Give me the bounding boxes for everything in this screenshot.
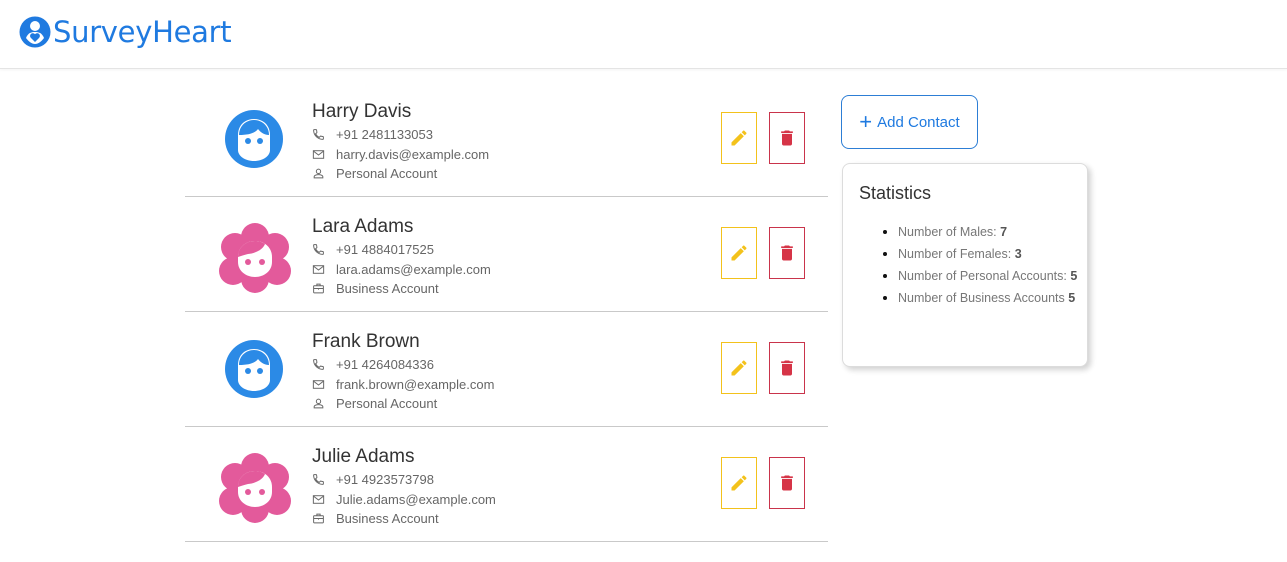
female-avatar-icon [219, 453, 291, 523]
contact-phone: +91 4884017525 [312, 242, 434, 257]
edit-contact-button[interactable] [721, 457, 757, 509]
contact-email: Julie.adams@example.com [312, 492, 496, 507]
edit-contact-button[interactable] [721, 227, 757, 279]
plus-icon: + [859, 109, 873, 134]
contact-row: Harry Davis +91 2481133053 harry.davis@e… [185, 82, 828, 197]
stat-personal-accounts: Number of Personal Accounts: 5 [898, 267, 1081, 285]
contact-phone: +91 2481133053 [312, 127, 433, 142]
contact-phone: +91 4923573798 [312, 472, 434, 487]
delete-contact-button[interactable] [769, 342, 805, 394]
stat-females: Number of Females: 3 [898, 245, 1081, 263]
brand-name: SurveyHeart [53, 15, 232, 49]
stat-business-accounts: Number of Business Accounts 5 [898, 289, 1081, 307]
trash-icon [781, 475, 793, 491]
contact-name: Harry Davis [312, 101, 412, 122]
phone-icon [313, 474, 324, 485]
briefcase-icon [313, 513, 324, 524]
contact-email: lara.adams@example.com [312, 262, 491, 277]
contact-email: frank.brown@example.com [312, 377, 494, 392]
delete-contact-button[interactable] [769, 457, 805, 509]
trash-icon [781, 245, 793, 261]
phone-icon [313, 129, 324, 140]
contact-phone: +91 4264084336 [312, 357, 434, 372]
contact-name: Julie Adams [312, 446, 415, 467]
person-icon [313, 168, 324, 179]
contact-name: Lara Adams [312, 216, 414, 237]
contact-account-type: Business Account [312, 511, 439, 526]
trash-icon [781, 130, 793, 146]
phone-icon [313, 244, 324, 255]
add-contact-button[interactable]: + Add Contact [841, 95, 978, 149]
email-icon [312, 150, 325, 159]
delete-contact-button[interactable] [769, 227, 805, 279]
contact-list: Harry Davis +91 2481133053 harry.davis@e… [185, 82, 828, 542]
female-avatar-icon [219, 223, 291, 293]
pencil-icon [731, 360, 747, 376]
statistics-card: Statistics Number of Males: 7 Number of … [842, 163, 1088, 367]
phone-icon [313, 359, 324, 370]
male-avatar-icon [225, 110, 283, 168]
briefcase-icon [313, 283, 324, 294]
contact-name: Frank Brown [312, 331, 420, 352]
contact-row: Lara Adams +91 4884017525 lara.adams@exa… [185, 197, 828, 312]
trash-icon [781, 360, 793, 376]
stat-males: Number of Males: 7 [898, 223, 1081, 241]
email-icon [312, 380, 325, 389]
add-contact-label: Add Contact [877, 113, 960, 131]
person-icon [313, 398, 324, 409]
top-header: SurveyHeart [0, 0, 1287, 69]
delete-contact-button[interactable] [769, 112, 805, 164]
brand-logo[interactable]: SurveyHeart [19, 15, 232, 49]
statistics-title: Statistics [859, 183, 932, 203]
pencil-icon [731, 475, 747, 491]
contact-account-type: Business Account [312, 281, 439, 296]
surveyheart-logo-icon [19, 16, 51, 48]
contact-email: harry.davis@example.com [312, 147, 489, 162]
pencil-icon [731, 245, 747, 261]
email-icon [312, 265, 325, 274]
statistics-list: Number of Males: 7 Number of Females: 3 … [859, 223, 1081, 311]
edit-contact-button[interactable] [721, 342, 757, 394]
contact-row: Julie Adams +91 4923573798 Julie.adams@e… [185, 427, 828, 542]
email-icon [312, 495, 325, 504]
contact-account-type: Personal Account [312, 166, 437, 181]
edit-contact-button[interactable] [721, 112, 757, 164]
pencil-icon [731, 130, 747, 146]
contact-account-type: Personal Account [312, 396, 437, 411]
male-avatar-icon [225, 340, 283, 398]
contact-row: Frank Brown +91 4264084336 frank.brown@e… [185, 312, 828, 427]
